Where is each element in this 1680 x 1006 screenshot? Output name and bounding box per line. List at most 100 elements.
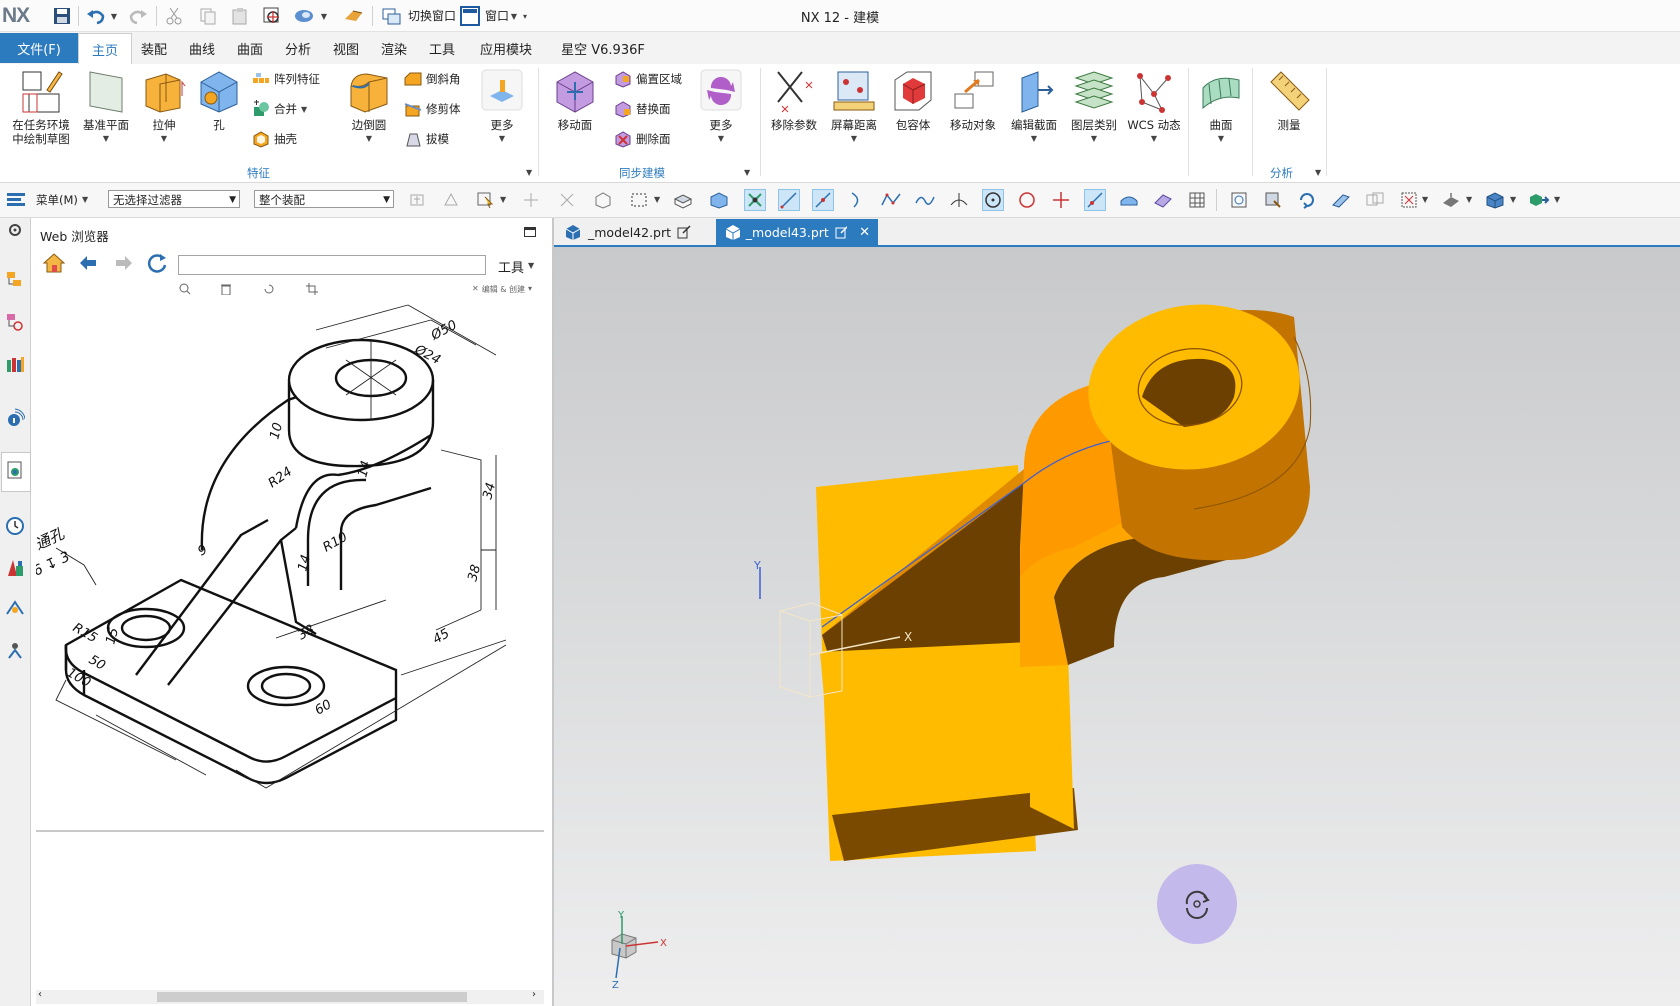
part-model[interactable]: X Y <box>554 247 1680 1006</box>
snap-line-icon[interactable] <box>778 189 800 211</box>
web-browser-icon[interactable] <box>3 458 27 482</box>
tools-dropdown-icon[interactable]: ▼ <box>528 261 534 270</box>
tab-home[interactable]: 主页 <box>78 33 132 65</box>
select-mode-dropdown-icon[interactable]: ▼ <box>654 195 660 204</box>
scroll-left-icon[interactable]: ‹ <box>38 989 42 1000</box>
scroll-right-icon[interactable]: › <box>532 989 536 1000</box>
edit-section-button[interactable]: 编辑截面 ▼ <box>1006 68 1062 146</box>
system-materials-icon[interactable] <box>3 556 27 580</box>
menu-icon[interactable] <box>6 189 28 211</box>
snap-point-icon[interactable] <box>474 189 496 211</box>
address-input[interactable] <box>178 255 486 275</box>
sketch-in-task-button[interactable]: 在任务环境 中绘制草图 <box>8 68 74 146</box>
tools-menu[interactable]: 工具 <box>498 257 524 276</box>
rotate-icon[interactable] <box>263 283 275 298</box>
remove-params-button[interactable]: 移除参数 <box>766 68 822 132</box>
forward-icon[interactable] <box>114 254 134 275</box>
tab-curve[interactable]: 曲线 <box>180 33 224 63</box>
process-studio-icon[interactable] <box>3 596 27 620</box>
settings-icon[interactable] <box>3 218 27 242</box>
rotate-floating-button[interactable] <box>1157 864 1237 944</box>
refresh-icon[interactable] <box>146 252 168 277</box>
panel-divider[interactable] <box>36 830 544 832</box>
snap-existing-point-icon[interactable] <box>1050 189 1072 211</box>
bounding-body-button[interactable]: 包容体 <box>888 68 938 132</box>
hole-button[interactable]: 孔 <box>196 68 242 132</box>
select-features-icon[interactable] <box>520 189 542 211</box>
display-dropdown-icon[interactable]: ▼ <box>1554 195 1560 204</box>
move-object-button[interactable]: 移动对象 <box>944 68 1002 132</box>
snap-intersection-icon[interactable] <box>948 189 970 211</box>
delete-icon[interactable] <box>220 283 232 298</box>
perspective-icon[interactable] <box>1364 189 1386 211</box>
extrude-button[interactable]: 拉伸 ▼ <box>138 68 190 146</box>
selection-filter-combo[interactable]: 无选择过滤器 ▼ <box>108 190 240 208</box>
assembly-navigator-icon[interactable] <box>3 268 27 292</box>
chamfer-button[interactable]: 倒斜角 <box>404 70 461 88</box>
tab-render[interactable]: 渲染 <box>372 33 416 63</box>
snap-quadrant-icon[interactable] <box>1016 189 1038 211</box>
pattern-feature-button[interactable]: 阵列特征 <box>252 70 320 88</box>
shaded-dropdown-icon[interactable]: ▼ <box>1510 195 1516 204</box>
snap-dropdown-icon[interactable]: ▼ <box>500 195 506 204</box>
edit-object-display-icon[interactable] <box>1528 189 1550 211</box>
face-select-icon[interactable] <box>672 189 694 211</box>
layer-category-button[interactable]: 图层类别 ▼ <box>1066 68 1122 146</box>
rectangle-select-icon[interactable] <box>628 189 650 211</box>
orient-dropdown-icon[interactable]: ▼ <box>1422 195 1428 204</box>
delete-face-button[interactable]: 删除面 <box>614 130 671 148</box>
fit-view-icon[interactable] <box>1228 189 1250 211</box>
snap-control-point-icon[interactable] <box>880 189 902 211</box>
reuse-library-icon[interactable] <box>3 352 27 376</box>
tab-applications[interactable]: 应用模块 <box>470 33 542 63</box>
zoom-icon[interactable] <box>1262 189 1284 211</box>
surface-button[interactable]: 曲面 ▼ <box>1196 68 1246 146</box>
edge-blend-button[interactable]: 边倒圆 ▼ <box>344 68 394 146</box>
rendering-style-icon[interactable] <box>1440 189 1462 211</box>
snap-midpoint-icon[interactable] <box>812 189 834 211</box>
crop-icon[interactable] <box>306 283 318 298</box>
rotate-view-icon[interactable] <box>1296 189 1318 211</box>
screen-distance-button[interactable]: 屏幕距离 ▼ <box>826 68 882 146</box>
snap-arc-center-icon[interactable] <box>982 189 1004 211</box>
zoom-in-icon[interactable] <box>179 283 191 298</box>
tab-tools[interactable]: 工具 <box>420 33 464 63</box>
tab-view[interactable]: 视图 <box>324 33 368 63</box>
trim-body-button[interactable]: 修剪体 <box>404 100 461 118</box>
tab-assembly[interactable]: 装配 <box>132 33 176 63</box>
scrollbar-thumb[interactable] <box>157 992 467 1002</box>
tab-model42[interactable]: _model42.prt <box>556 219 716 245</box>
tab-model43[interactable]: _model43.prt ✕ <box>716 219 878 245</box>
analysis-group-expand-icon[interactable]: ▼ <box>1315 168 1321 177</box>
home-icon[interactable] <box>42 252 66 277</box>
snap-point-on-curve-icon[interactable] <box>1084 189 1106 211</box>
close-tab-icon[interactable]: ✕ <box>859 225 870 240</box>
shell-button[interactable]: 抽壳 <box>252 130 297 148</box>
sync-group-expand-icon[interactable]: ▼ <box>744 168 750 177</box>
general-select-icon[interactable] <box>406 189 428 211</box>
replace-face-button[interactable]: 替换面 <box>614 100 671 118</box>
menu-button[interactable]: 菜单(M) <box>36 192 78 208</box>
rendering-dropdown-icon[interactable]: ▼ <box>1466 195 1472 204</box>
wcs-dynamic-button[interactable]: WCS 动态 ▼ <box>1126 68 1182 146</box>
tab-surface[interactable]: 曲面 <box>228 33 272 63</box>
solid-body-icon[interactable] <box>708 189 730 211</box>
maximize-icon[interactable] <box>524 227 536 237</box>
constraint-navigator-icon[interactable] <box>3 310 27 334</box>
edit-create-menu[interactable]: ✕ 编辑 & 创建 ▾ <box>472 284 532 295</box>
select-edges-icon[interactable] <box>556 189 578 211</box>
select-bodies-icon[interactable] <box>592 189 614 211</box>
info-feed-icon[interactable] <box>3 406 27 430</box>
snap-curve-icon[interactable] <box>846 189 868 211</box>
measure-button[interactable]: 测量 <box>1262 68 1316 132</box>
snap-point-on-face-icon[interactable] <box>1118 189 1140 211</box>
tab-analysis[interactable]: 分析 <box>276 33 320 63</box>
roles-icon[interactable] <box>3 638 27 662</box>
datum-plane-button[interactable]: 基准平面 ▼ <box>78 68 134 146</box>
draft-button[interactable]: 拔模 <box>404 130 449 148</box>
tab-xingkong[interactable]: 星空 V6.936F <box>548 33 658 63</box>
more-feature-button[interactable]: 更多 ▼ <box>478 68 526 146</box>
quick-pick-icon[interactable] <box>440 189 462 211</box>
snap-spline-icon[interactable] <box>914 189 936 211</box>
back-icon[interactable] <box>78 254 98 275</box>
